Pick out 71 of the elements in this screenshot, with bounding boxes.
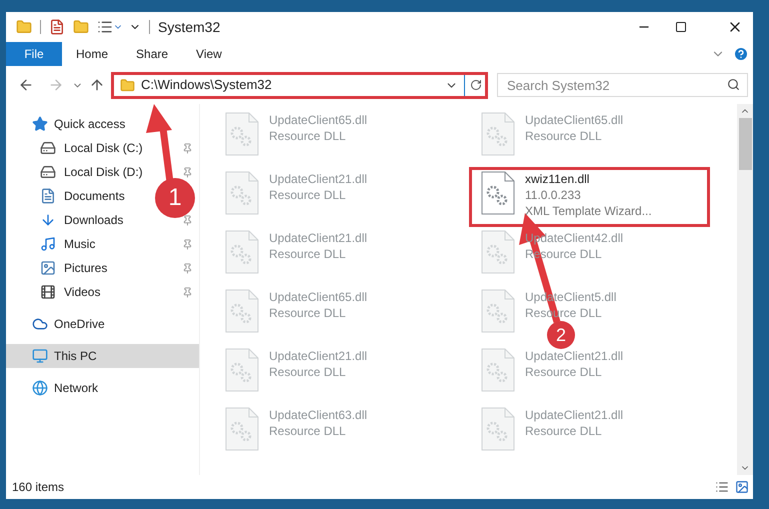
nav-label: Videos: [64, 284, 100, 301]
file-detail: Resource DLL: [269, 128, 347, 144]
ribbon-tab[interactable]: Share: [122, 42, 182, 66]
download-icon: [40, 212, 56, 228]
drive-icon: [40, 164, 56, 180]
item-count: 160 items: [12, 479, 64, 496]
file-detail: Resource DLL: [525, 128, 603, 144]
nav-label: Music: [64, 236, 96, 253]
file-detail: Resource DLL: [525, 423, 603, 439]
film-icon: [40, 284, 56, 300]
file-name[interactable]: xwiz11en.dll: [525, 171, 652, 187]
nav-label: OneDrive: [54, 316, 105, 333]
file-menu-tab[interactable]: File: [6, 42, 62, 66]
picture-icon: [40, 260, 56, 276]
file-detail: XML Template Wizard...: [525, 203, 652, 219]
pin-icon[interactable]: [182, 142, 193, 154]
nav-label: Quick access: [54, 116, 126, 133]
pin-icon[interactable]: [182, 286, 193, 298]
nav-label: Downloads: [64, 212, 124, 229]
pin-icon[interactable]: [182, 166, 193, 178]
maximize-icon[interactable]: [675, 21, 687, 33]
nav-item[interactable]: Documents: [6, 184, 152, 208]
nav-item[interactable]: This PC: [6, 344, 199, 368]
nav-label: Network: [54, 380, 98, 397]
search-field[interactable]: Search System32: [497, 73, 748, 97]
pin-icon[interactable]: [182, 262, 193, 274]
file-detail: Resource DLL: [525, 364, 603, 380]
cloud-icon: [32, 316, 48, 332]
pin-icon[interactable]: [182, 214, 193, 226]
file-detail: Resource DLL: [269, 187, 347, 203]
pin-icon[interactable]: [182, 238, 193, 250]
nav-item[interactable]: Pictures: [6, 256, 152, 280]
nav-label: Documents: [64, 188, 125, 205]
nav-item[interactable]: Local Disk (C:): [6, 136, 152, 160]
file-detail: Resource DLL: [269, 305, 347, 321]
address-path: C:\Windows\System32: [141, 76, 272, 94]
nav-item[interactable]: Downloads: [6, 208, 152, 232]
folder-icon: [120, 78, 135, 92]
nav-item[interactable]: Local Disk (D:): [6, 160, 152, 184]
up-icon[interactable]: [89, 77, 105, 93]
nav-item[interactable]: Network: [6, 376, 199, 400]
nav-label: Local Disk (D:): [64, 164, 143, 181]
file-detail: 11.0.0.233: [525, 187, 582, 203]
nav-label: This PC: [54, 348, 97, 365]
scrollbar[interactable]: [737, 104, 753, 475]
music-icon: [40, 236, 56, 252]
file-detail: Resource DLL: [269, 246, 347, 262]
window-title: System32: [158, 18, 220, 37]
large-icons-view-icon[interactable]: [735, 480, 749, 494]
document-icon: [40, 188, 56, 204]
search-icon[interactable]: [727, 78, 740, 91]
nav-item[interactable]: Videos: [6, 280, 152, 304]
file-detail: Resource DLL: [269, 423, 347, 439]
nav-item[interactable]: OneDrive: [6, 312, 199, 336]
star-icon: [32, 116, 48, 132]
scrollbar-thumb[interactable]: [738, 118, 752, 170]
back-icon[interactable]: [18, 77, 34, 93]
help-icon[interactable]: [733, 46, 749, 62]
globe-icon: [32, 380, 48, 396]
details-view-icon[interactable]: [715, 480, 729, 494]
refresh-icon[interactable]: [470, 79, 482, 91]
ribbon-tab[interactable]: Home: [62, 42, 122, 66]
nav-item[interactable]: Quick access: [6, 112, 199, 136]
properties-icon[interactable]: [97, 19, 113, 35]
file-detail: Resource DLL: [269, 364, 347, 380]
nav-label: Pictures: [64, 260, 108, 277]
drive-icon: [40, 140, 56, 156]
ribbon-tab[interactable]: View: [182, 42, 236, 66]
monitor-icon: [32, 348, 48, 364]
nav-item[interactable]: Music: [6, 232, 152, 256]
nav-label: Local Disk (C:): [64, 140, 143, 157]
